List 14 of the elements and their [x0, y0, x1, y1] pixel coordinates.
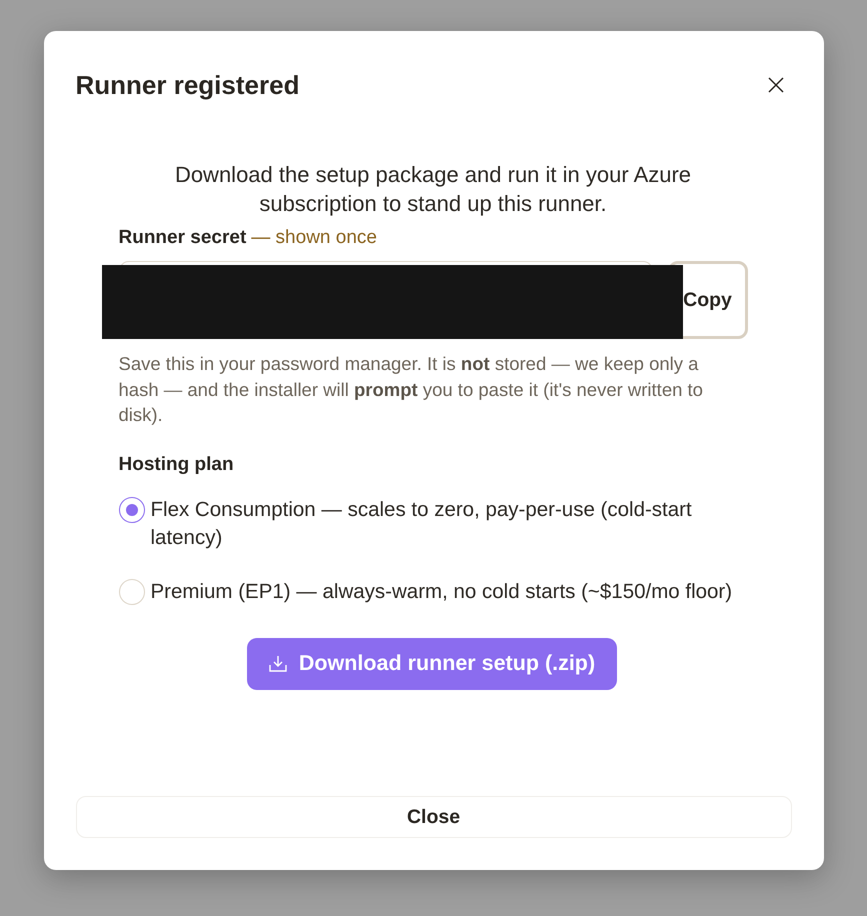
- radio-button[interactable]: [118, 496, 144, 522]
- download-button[interactable]: Download runner setup (.zip): [247, 638, 617, 690]
- hosting-plan-label: Hosting plan: [118, 454, 235, 476]
- intro-text: Download the setup package and run it in your Azure subscription to stand up this runner.: [174, 161, 692, 218]
- secret-label: Runner secret: [118, 227, 246, 248]
- dialog-title: Runner registered: [76, 70, 300, 100]
- shown-once-note: — shown once: [251, 227, 377, 248]
- close-button[interactable]: [768, 77, 784, 93]
- close-icon: [768, 77, 784, 93]
- option-label: Premium (EP1) — always-warm, no cold starts (~$150/mo floor): [150, 578, 732, 604]
- secret-hint: Save this in your password manager. It is not stored — we keep only a hash — and the installer will prompt you to paste it (it's never written to disk).: [118, 352, 704, 427]
- close-button[interactable]: Close: [76, 796, 792, 838]
- option-label: Flex Consumption — scales to zero, pay-per-use (cold-start latency): [150, 496, 693, 550]
- download-icon: [268, 655, 287, 672]
